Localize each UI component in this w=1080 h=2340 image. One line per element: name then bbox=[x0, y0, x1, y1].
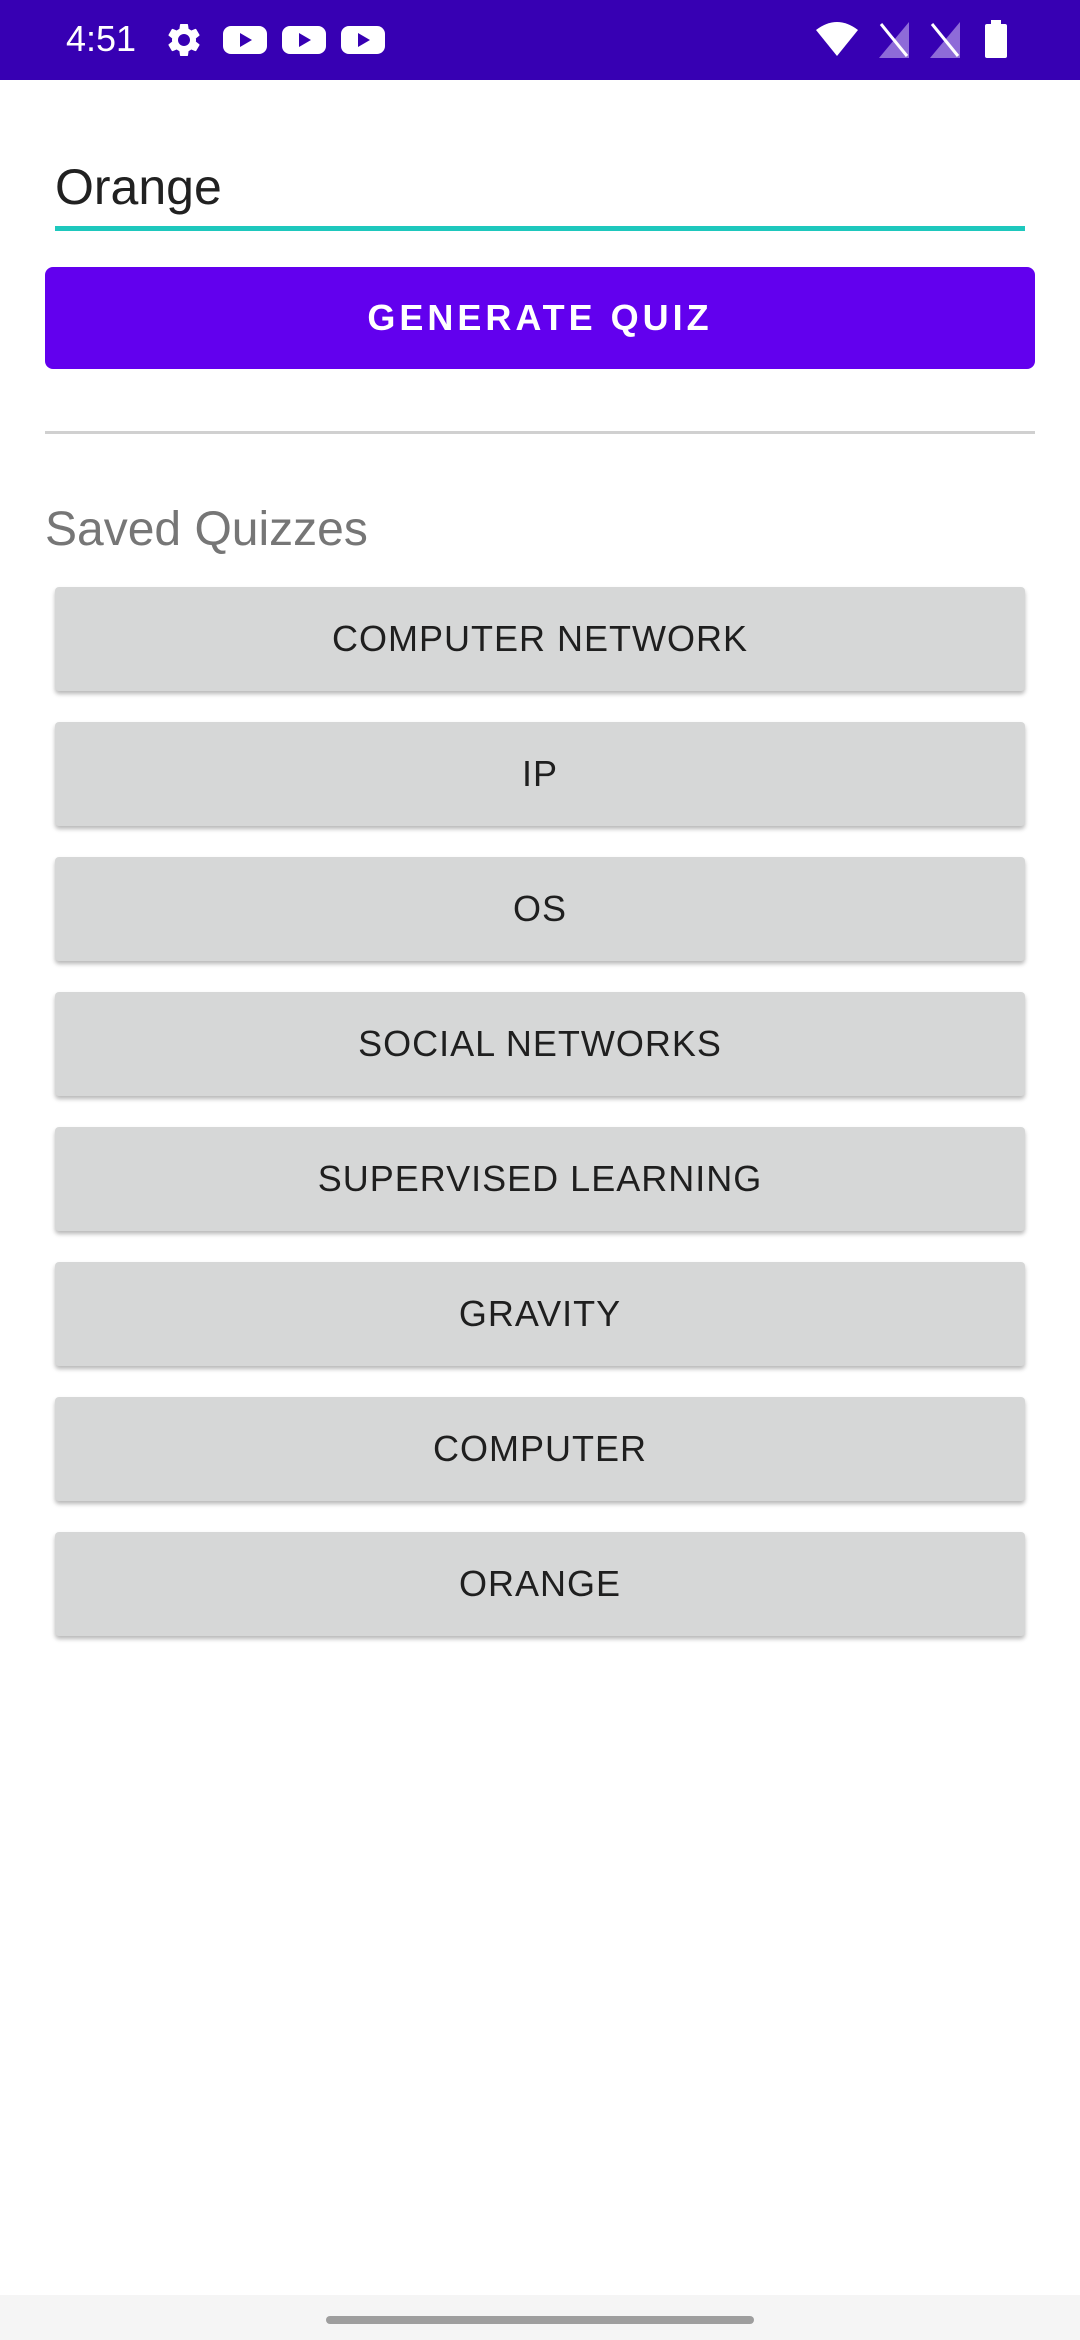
saved-quiz-os-button[interactable]: OS bbox=[55, 857, 1025, 961]
wifi-icon bbox=[816, 22, 858, 56]
status-bar: 4:51 bbox=[0, 0, 1080, 80]
saved-quiz-social-networks-button[interactable]: SOCIAL NETWORKS bbox=[55, 992, 1025, 1096]
saved-quizzes-heading: Saved Quizzes bbox=[45, 503, 368, 556]
list-item: SUPERVISED LEARNING bbox=[55, 1127, 1025, 1231]
saved-quiz-computer-network-button[interactable]: COMPUTER NETWORK bbox=[55, 587, 1025, 691]
gear-icon bbox=[168, 23, 200, 56]
home-handle[interactable] bbox=[326, 2316, 754, 2324]
generate-quiz-button[interactable]: GENERATE QUIZ bbox=[45, 267, 1035, 369]
saved-quizzes-list: COMPUTER NETWORK IP OS SOCIAL NETWORKS S… bbox=[55, 587, 1025, 1667]
saved-quiz-computer-button[interactable]: COMPUTER bbox=[55, 1397, 1025, 1501]
no-sim-icon bbox=[930, 22, 960, 58]
saved-quiz-orange-button[interactable]: ORANGE bbox=[55, 1532, 1025, 1636]
youtube-icon bbox=[341, 26, 385, 54]
list-item: GRAVITY bbox=[55, 1262, 1025, 1366]
list-item: COMPUTER bbox=[55, 1397, 1025, 1501]
topic-input-container bbox=[55, 148, 1025, 232]
saved-quiz-ip-button[interactable]: IP bbox=[55, 722, 1025, 826]
saved-quiz-gravity-button[interactable]: GRAVITY bbox=[55, 1262, 1025, 1366]
battery-icon bbox=[985, 20, 1007, 58]
quiz-app-screen: GENERATE QUIZ Saved Quizzes COMPUTER NET… bbox=[0, 80, 1080, 2295]
youtube-icon bbox=[223, 26, 267, 54]
list-item: SOCIAL NETWORKS bbox=[55, 992, 1025, 1096]
topic-input[interactable] bbox=[55, 148, 1025, 231]
saved-quiz-supervised-learning-button[interactable]: SUPERVISED LEARNING bbox=[55, 1127, 1025, 1231]
status-time: 4:51 bbox=[66, 18, 137, 59]
list-item: ORANGE bbox=[55, 1532, 1025, 1636]
list-item: OS bbox=[55, 857, 1025, 961]
youtube-icon bbox=[282, 26, 326, 54]
section-divider bbox=[45, 431, 1035, 434]
no-sim-icon bbox=[879, 22, 909, 58]
list-item: COMPUTER NETWORK bbox=[55, 587, 1025, 691]
list-item: IP bbox=[55, 722, 1025, 826]
gesture-navigation-bar bbox=[0, 2295, 1080, 2340]
